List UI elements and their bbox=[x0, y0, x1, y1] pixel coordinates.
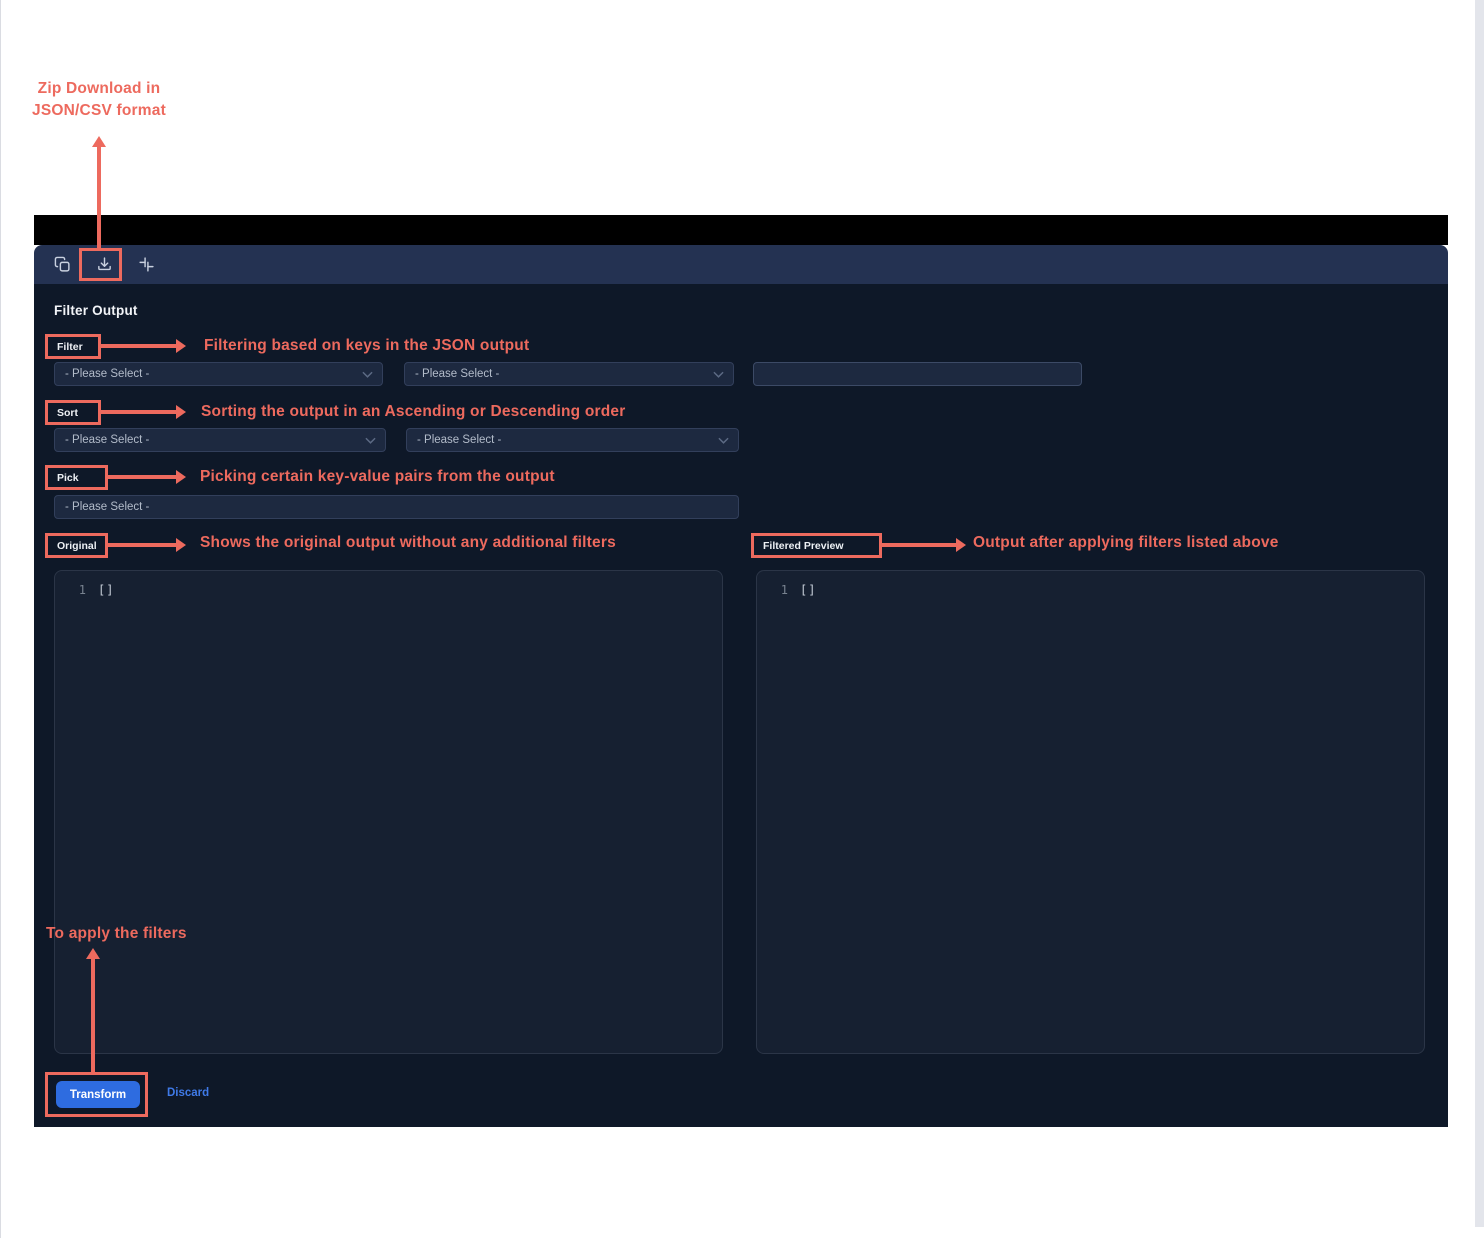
discard-link[interactable]: Discard bbox=[167, 1087, 209, 1099]
chevron-down-icon bbox=[365, 437, 376, 444]
copy-icon[interactable] bbox=[52, 255, 72, 275]
download-note-line2: JSON/CSV format bbox=[21, 100, 177, 122]
filtered-preview-note: Output after applying filters listed abo… bbox=[973, 534, 1279, 552]
scrollbar-track[interactable] bbox=[1475, 0, 1484, 1227]
filter-key-select[interactable]: - Please Select - bbox=[54, 362, 383, 386]
pick-keys-select[interactable]: - Please Select - bbox=[54, 495, 739, 519]
sort-note: Sorting the output in an Ascending or De… bbox=[201, 403, 625, 421]
code-line: 1 [] bbox=[757, 583, 1424, 597]
filter-condition-select[interactable]: - Please Select - bbox=[404, 362, 734, 386]
original-code-editor[interactable]: 1 [] bbox=[54, 570, 723, 1054]
arrow-right-icon bbox=[882, 543, 957, 547]
sort-order-select[interactable]: - Please Select - bbox=[406, 428, 739, 452]
transform-note: To apply the filters bbox=[46, 925, 187, 943]
download-annotation-box bbox=[79, 248, 122, 281]
arrow-up-icon bbox=[91, 958, 95, 1072]
download-note: Zip Download in JSON/CSV format bbox=[21, 78, 177, 121]
arrow-up-icon bbox=[97, 146, 101, 248]
sort-key-select[interactable]: - Please Select - bbox=[54, 428, 386, 452]
code-content: [] bbox=[98, 583, 114, 597]
filter-condition-select-value: - Please Select - bbox=[415, 368, 499, 380]
sort-label: Sort bbox=[57, 407, 78, 419]
arrow-right-icon bbox=[101, 344, 177, 348]
collapse-icon[interactable] bbox=[136, 255, 156, 275]
annotated-screenshot: Filter Output Filter - Please Select - -… bbox=[0, 0, 1484, 1238]
original-note: Shows the original output without any ad… bbox=[200, 534, 616, 552]
sort-label-annotation-box: Sort bbox=[45, 400, 101, 425]
filter-key-select-value: - Please Select - bbox=[65, 368, 149, 380]
sort-key-select-value: - Please Select - bbox=[65, 434, 149, 446]
pick-label-annotation-box: Pick bbox=[45, 465, 108, 490]
transform-button[interactable]: Transform bbox=[56, 1081, 140, 1108]
page-title: Filter Output bbox=[54, 303, 138, 318]
original-label: Original bbox=[57, 540, 97, 552]
chevron-down-icon bbox=[718, 437, 729, 444]
pick-label: Pick bbox=[57, 472, 79, 484]
pick-note: Picking certain key-value pairs from the… bbox=[200, 468, 555, 486]
original-label-annotation-box: Original bbox=[45, 533, 108, 558]
filtered-preview-label-annotation-box: Filtered Preview bbox=[751, 533, 882, 558]
pick-keys-select-value: - Please Select - bbox=[65, 501, 149, 513]
code-content: [] bbox=[800, 583, 816, 597]
filtered-preview-label: Filtered Preview bbox=[763, 540, 844, 552]
code-line: 1 [] bbox=[55, 583, 722, 597]
download-note-line1: Zip Download in bbox=[21, 78, 177, 100]
arrow-right-icon bbox=[108, 475, 177, 479]
filter-label: Filter bbox=[57, 341, 83, 353]
line-number: 1 bbox=[757, 583, 788, 597]
filtered-preview-code-editor[interactable]: 1 [] bbox=[756, 570, 1425, 1054]
filter-value-input[interactable] bbox=[753, 362, 1082, 386]
line-number: 1 bbox=[55, 583, 86, 597]
chevron-down-icon bbox=[362, 371, 373, 378]
sort-order-select-value: - Please Select - bbox=[417, 434, 501, 446]
arrow-right-icon bbox=[108, 543, 177, 547]
filter-note: Filtering based on keys in the JSON outp… bbox=[204, 337, 529, 355]
chevron-down-icon bbox=[713, 371, 724, 378]
toolbar bbox=[34, 245, 1448, 284]
arrow-right-icon bbox=[101, 410, 177, 414]
window-titlebar bbox=[34, 215, 1448, 245]
filter-label-annotation-box: Filter bbox=[45, 334, 101, 359]
